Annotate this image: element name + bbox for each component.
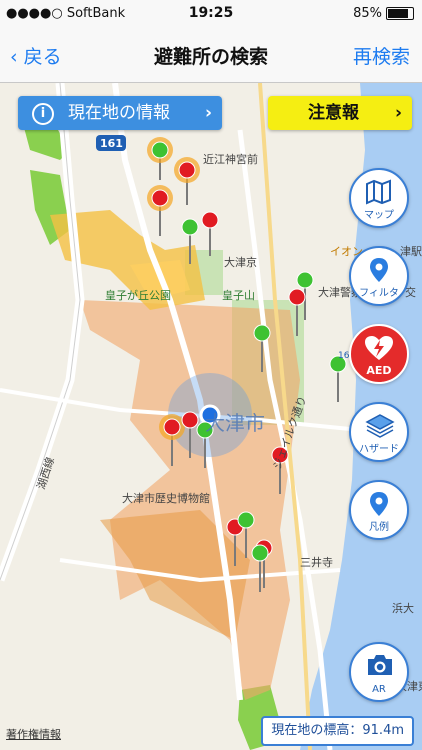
hazard-button[interactable]: ハザード [349, 402, 409, 462]
city-label: 大津市 [205, 411, 265, 435]
warning-label: 注意報 [308, 103, 359, 123]
current-info-label: 現在地の情報 [68, 103, 170, 123]
legend-label: 凡例 [369, 522, 389, 533]
east-label: 浜大 [392, 601, 414, 615]
hazard-label: ハザード [359, 444, 399, 455]
station-label-2: 皇子山 [222, 288, 255, 302]
research-button[interactable]: 再検索 [353, 42, 410, 69]
map-button[interactable]: マップ [349, 168, 409, 228]
battery-status: 85% [353, 6, 414, 21]
battery-icon [386, 7, 414, 20]
station-r-label: 津駅 [400, 245, 422, 258]
heart-bolt-icon [365, 336, 393, 360]
legend-button[interactable]: 凡例 [349, 480, 409, 540]
ar-label: AR [372, 684, 386, 695]
map-label: マップ [364, 210, 394, 221]
status-bar: ●●●●○ SoftBank 19:25 85% [0, 0, 422, 28]
camera-icon [368, 655, 392, 675]
warning-button[interactable]: 注意報 › [268, 96, 412, 130]
chevron-right-icon: › [394, 103, 402, 123]
filter-button[interactable]: フィルタ [349, 246, 409, 306]
ar-button[interactable]: AR [349, 642, 409, 702]
elevation-badge: 現在地の標高：91.4m [261, 716, 414, 746]
chevron-right-icon: › [204, 103, 212, 123]
navigation-bar: ‹ 戻る 避難所の検索 再検索 [0, 28, 422, 83]
layers-icon [365, 414, 395, 438]
battery-percent: 85% [353, 6, 382, 21]
aed-label: AED [366, 364, 392, 377]
temple-label: 三井寺 [300, 555, 333, 569]
location-pin-icon [370, 258, 388, 282]
station-label: 大津京 [224, 255, 257, 269]
filter-label: フィルタ [359, 288, 399, 299]
map-icon [366, 179, 391, 205]
legend-pin-icon [370, 492, 388, 516]
current-location-info-button[interactable]: i 現在地の情報 › [18, 96, 222, 130]
park-label: 皇子が丘公園 [105, 288, 171, 302]
route-label: 161 [100, 137, 123, 150]
info-icon: i [32, 103, 54, 125]
aed-button[interactable]: AED [349, 324, 409, 384]
shrine-label: 近江神宮前 [203, 152, 258, 166]
copyright-link[interactable]: 著作権情報 [6, 726, 61, 742]
museum-label: 大津市歴史博物館 [122, 491, 210, 505]
